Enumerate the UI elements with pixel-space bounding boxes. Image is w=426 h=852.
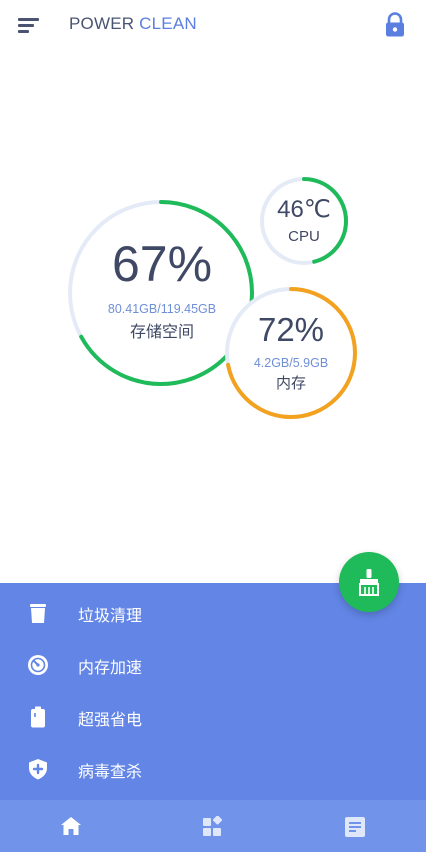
memory-label: 内存 — [275, 374, 306, 392]
menu-item-virus-scan[interactable]: 病毒查杀 — [0, 743, 426, 795]
memory-usage: 4.2GB/5.9GB — [253, 356, 329, 370]
nav-news[interactable] — [284, 800, 426, 852]
memory-gauge[interactable]: 72% 4.2GB/5.9GB 内存 — [227, 310, 355, 393]
memory-percent: 72% — [257, 311, 325, 348]
feature-panel: 垃圾清理 内存加速 超强省电 病毒查杀 — [0, 583, 426, 800]
cpu-temperature: 46℃ — [277, 196, 331, 223]
apps-icon — [203, 816, 223, 836]
menu-item-label: 病毒查杀 — [78, 762, 143, 781]
cpu-label: CPU — [288, 228, 320, 245]
nav-apps[interactable] — [142, 800, 284, 852]
shield-plus-icon — [29, 759, 47, 780]
menu-item-power-saving[interactable]: 超强省电 — [0, 691, 426, 743]
menu-item-memory-boost[interactable]: 内存加速 — [0, 639, 426, 691]
news-icon — [345, 817, 365, 837]
gauges-area: 67% 80.41GB/119.45GB 存储空间 46℃ CPU 72% 4.… — [0, 0, 426, 560]
menu-item-label: 内存加速 — [78, 658, 143, 677]
nav-home[interactable] — [0, 800, 142, 852]
menu-item-label: 超强省电 — [78, 710, 143, 729]
clean-fab-button[interactable] — [339, 552, 399, 612]
home-icon — [61, 817, 81, 835]
menu-item-label: 垃圾清理 — [78, 606, 143, 625]
bottom-nav — [0, 800, 426, 852]
speedometer-icon — [28, 655, 48, 675]
trash-icon — [30, 604, 46, 623]
storage-percent: 67% — [111, 236, 213, 292]
cpu-gauge[interactable]: 46℃ CPU — [262, 196, 346, 245]
broom-icon — [359, 569, 379, 596]
battery-icon — [31, 706, 45, 728]
